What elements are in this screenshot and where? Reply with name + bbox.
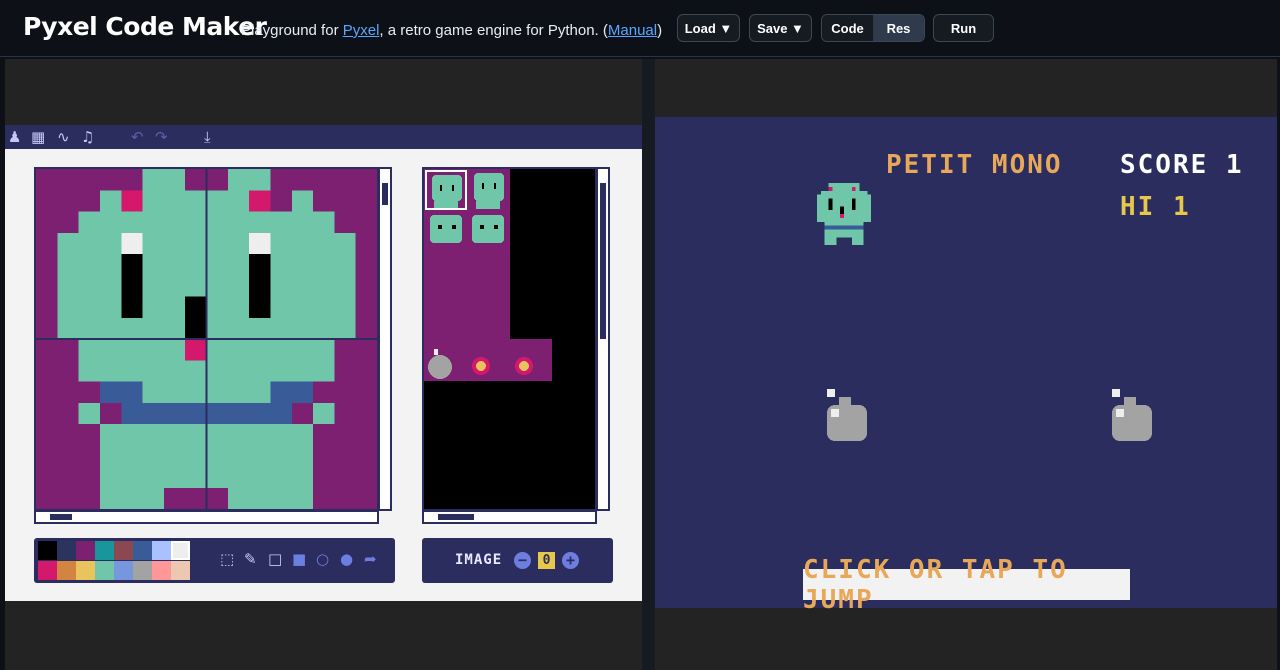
palette-swatch[interactable] [114, 561, 133, 580]
image-label: IMAGE [455, 552, 503, 568]
palette-swatch[interactable] [57, 561, 76, 580]
rect-fill-tool-icon[interactable]: ■ [292, 550, 306, 568]
manual-link[interactable]: Manual [608, 22, 657, 39]
canvas-vscroll-thumb[interactable] [382, 183, 388, 205]
palette-swatch[interactable] [76, 541, 95, 560]
sprite-pixels [36, 169, 377, 509]
canvas-hscroll-thumb[interactable] [50, 514, 72, 520]
tilemap-editor-icon[interactable]: ▦ [31, 128, 45, 146]
image-number: 0 [538, 552, 555, 569]
image-bank-pixels [424, 169, 552, 381]
palette-swatch[interactable] [133, 561, 152, 580]
palette-swatch[interactable] [171, 561, 190, 580]
circle-fill-tool-icon[interactable]: ● [340, 550, 353, 568]
palette-swatch[interactable] [38, 541, 57, 560]
palette-swatch[interactable] [57, 541, 76, 560]
bank-horizontal-scrollbar[interactable] [422, 510, 597, 524]
rect-outline-tool-icon[interactable]: □ [268, 550, 282, 568]
pane-divider[interactable] [642, 59, 655, 670]
code-tab[interactable]: Code [822, 15, 873, 41]
run-button[interactable]: Run [933, 14, 994, 42]
canvas-vertical-scrollbar[interactable] [378, 167, 392, 511]
image-next-button[interactable]: + [562, 552, 579, 569]
res-tab[interactable]: Res [873, 15, 924, 41]
load-button[interactable]: Load ▼ [677, 14, 740, 42]
circle-outline-tool-icon[interactable]: ○ [316, 550, 329, 568]
undo-icon[interactable]: ↶ [131, 128, 144, 146]
palette-swatch[interactable] [133, 541, 152, 560]
pen-tool-icon[interactable]: ✎ [244, 550, 257, 568]
game-screen[interactable] [655, 117, 1277, 608]
game-score: SCORE 1 [1120, 150, 1244, 180]
bank-vertical-scrollbar[interactable] [596, 167, 610, 511]
app-title: Pyxel Code Maker [23, 12, 267, 41]
pyxel-link[interactable]: Pyxel [343, 22, 380, 39]
image-bank[interactable] [422, 167, 597, 511]
sound-editor-icon[interactable]: ∿ [57, 128, 70, 146]
palette-swatch[interactable] [152, 561, 171, 580]
music-editor-icon[interactable]: ♫ [81, 128, 94, 146]
image-bank-selector: IMAGE − + [422, 538, 613, 583]
redo-icon[interactable]: ↷ [155, 128, 168, 146]
bank-vscroll-thumb[interactable] [600, 183, 606, 339]
palette-swatch[interactable] [76, 561, 95, 580]
palette-swatch[interactable] [95, 541, 114, 560]
tagline: Playground for Pyxel, a retro game engin… [241, 22, 663, 39]
bomb-left [827, 389, 867, 441]
game-title: PETIT MONO [886, 150, 1063, 180]
player-sprite [816, 183, 872, 245]
palette-panel: ⬚ ✎ □ ■ ○ ● ➦ [34, 538, 395, 583]
palette-swatch[interactable] [114, 541, 133, 560]
palette-swatch[interactable] [95, 561, 114, 580]
save-button[interactable]: Save ▼ [749, 14, 812, 42]
jump-prompt: CLICK OR TAP TO JUMP [803, 555, 1130, 615]
image-prev-button[interactable]: − [514, 552, 531, 569]
bucket-tool-icon[interactable]: ➦ [364, 550, 377, 568]
view-toggle: Code Res [821, 14, 925, 42]
sprite-canvas[interactable] [34, 167, 379, 511]
palette-swatch[interactable] [152, 541, 171, 560]
canvas-horizontal-scrollbar[interactable] [34, 510, 379, 524]
palette-swatch[interactable] [171, 541, 190, 560]
bomb-right [1112, 389, 1152, 441]
download-icon[interactable]: ⤓ [204, 128, 211, 146]
app-header: Pyxel Code Maker Playground for Pyxel, a… [0, 0, 1280, 57]
palette-swatch[interactable] [38, 561, 57, 580]
game-hi-score: HI 1 [1120, 192, 1191, 222]
image-editor-icon[interactable]: ♟ [8, 128, 21, 146]
editor-toolbar: ♟ ▦ ∿ ♫ ↶ ↷ ⤓ [5, 125, 642, 149]
bank-hscroll-thumb[interactable] [438, 514, 474, 520]
select-tool-icon[interactable]: ⬚ [220, 550, 234, 568]
